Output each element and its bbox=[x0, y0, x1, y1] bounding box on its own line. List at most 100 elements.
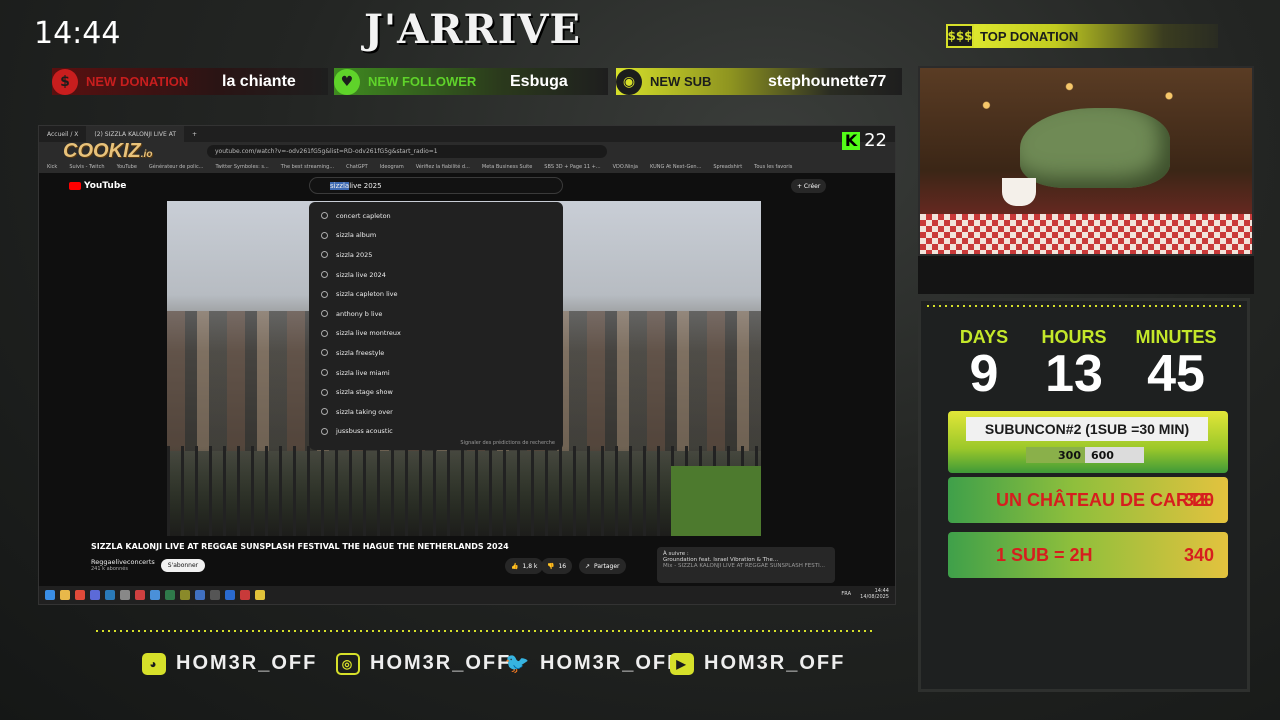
taskbar-clock[interactable]: 14:44 14/08/2025 bbox=[860, 588, 889, 600]
search-icon bbox=[321, 212, 328, 220]
windows-start-icon[interactable] bbox=[45, 590, 55, 600]
subscribe-button[interactable]: S'abonner bbox=[160, 558, 206, 572]
brave-icon[interactable] bbox=[75, 590, 85, 600]
obs-icon[interactable] bbox=[135, 590, 145, 600]
bookmark[interactable]: Générateur de polic... bbox=[149, 164, 204, 170]
like-count: 1,8 k bbox=[522, 562, 538, 570]
social-instagram: ◎ HOM3R_OFF bbox=[336, 652, 511, 675]
youtube-icon: ▶ bbox=[670, 652, 694, 675]
alert-value: la chiante bbox=[222, 72, 296, 90]
suggestion-item[interactable]: anthony b live bbox=[309, 304, 563, 324]
video-title: SIZZLA KALONJI LIVE AT REGGAE SUNSPLASH … bbox=[91, 542, 509, 551]
coffee-cup bbox=[1002, 178, 1036, 206]
address-bar: youtube.com/watch?v=-odv261fG5g&list=RD-… bbox=[39, 142, 895, 161]
social-handle: HOM3R_OFF bbox=[370, 652, 512, 674]
new-tab-icon[interactable]: + bbox=[184, 126, 205, 142]
suggestion-item[interactable]: sizzla live miami bbox=[309, 363, 563, 383]
bookmark[interactable]: Vérifiez la fiabilité d... bbox=[416, 164, 470, 170]
taskbar-lang[interactable]: FRA bbox=[841, 591, 851, 597]
suggestion-item[interactable]: sizzla live 2024 bbox=[309, 265, 563, 285]
top-donation-label: TOP DONATION bbox=[980, 28, 1079, 44]
search-icon bbox=[321, 231, 328, 239]
up-next-sub: Mix - SIZZLA KALONJI LIVE AT REGGAE SUNS… bbox=[663, 563, 825, 569]
subuncon-goal: SUBUNCON#2 (1SUB =30 MIN) 300 600 bbox=[948, 411, 1228, 473]
folder-icon[interactable] bbox=[60, 590, 70, 600]
subuncon-progress: 300 600 bbox=[1026, 447, 1144, 463]
up-next-card[interactable]: À suivre : Groundation feat. Israel Vibr… bbox=[657, 547, 835, 583]
bookmark[interactable]: VDO.Ninja bbox=[613, 164, 638, 170]
cookiz-logo: COOKIZ.io bbox=[63, 140, 152, 163]
bookmark[interactable]: Twitter Symboles: s... bbox=[215, 164, 268, 170]
suggestion-item[interactable]: concert capleton bbox=[309, 206, 563, 226]
like-button[interactable]: 👍 1,8 k bbox=[505, 558, 544, 574]
alert-value: stephounette77 bbox=[768, 72, 887, 90]
suggestion-item[interactable]: sizzla live montreux bbox=[309, 324, 563, 344]
bookmark[interactable]: Tous les favoris bbox=[754, 164, 792, 170]
create-button[interactable]: + Créer bbox=[791, 179, 827, 193]
channel-info[interactable]: Reggaeliveconcerts 241 k abonnés bbox=[91, 558, 155, 572]
search-icon bbox=[321, 388, 328, 396]
progress-target: 600 bbox=[1091, 448, 1114, 462]
app-icon[interactable] bbox=[120, 590, 130, 600]
suggestion-item[interactable]: sizzla album bbox=[309, 226, 563, 246]
screen-capture: Accueil / X (2) SIZZLA KALONJI LIVE AT +… bbox=[38, 125, 896, 605]
app-icon[interactable] bbox=[165, 590, 175, 600]
suggestion-item[interactable]: sizzla stage show bbox=[309, 382, 563, 402]
bookmark[interactable]: Meta Business Suite bbox=[482, 164, 532, 170]
goal-sub-2h: 1 SUB = 2H 340 bbox=[948, 532, 1228, 578]
subathon-panel: DAYS 9 HOURS 13 MINUTES 45 SUBUNCON#2 (1… bbox=[918, 298, 1250, 692]
app-icon[interactable] bbox=[150, 590, 160, 600]
url-field[interactable]: youtube.com/watch?v=-odv261fG5g&list=RD-… bbox=[207, 145, 607, 158]
channel-row: Reggaeliveconcerts 241 k abonnés S'abonn… bbox=[91, 558, 206, 572]
taskbar-date: 14/08/2025 bbox=[860, 594, 889, 600]
suggestion-item[interactable]: sizzla freestyle bbox=[309, 343, 563, 363]
app-icon[interactable] bbox=[180, 590, 190, 600]
crocodile-figure bbox=[1020, 108, 1170, 188]
bookmark[interactable]: Suivis - Twitch bbox=[69, 164, 104, 170]
suggestion-item[interactable]: sizzla taking over bbox=[309, 402, 563, 422]
user-icon: ◉ bbox=[616, 68, 642, 95]
search-icon bbox=[321, 310, 328, 318]
dislike-button[interactable]: 👎 16 bbox=[541, 558, 573, 574]
search-input[interactable]: sizzla live 2025 bbox=[309, 177, 563, 194]
bookmark[interactable]: Kick bbox=[47, 164, 57, 170]
channel-subs: 241 k abonnés bbox=[91, 566, 128, 572]
app-icon[interactable] bbox=[240, 590, 250, 600]
thumbs-up-icon: 👍 bbox=[511, 562, 519, 570]
app-icon[interactable] bbox=[210, 590, 220, 600]
alert-label: NEW SUB bbox=[650, 74, 712, 89]
social-handle: HOM3R_OFF bbox=[704, 652, 846, 674]
social-handle: HOM3R_OFF bbox=[176, 652, 318, 674]
bookmark[interactable]: SBS 3D + Page 11 +... bbox=[544, 164, 600, 170]
youtube-header: YouTube sizzla live 2025 + Créer bbox=[39, 173, 895, 199]
app-icon[interactable] bbox=[255, 590, 265, 600]
kick-icon: K bbox=[842, 131, 861, 150]
social-twitter: 🐦 HOM3R_OFF bbox=[505, 652, 681, 675]
bookmark[interactable]: YouTube bbox=[117, 164, 137, 170]
search-suggestions: concert capleton sizzla album sizzla 202… bbox=[309, 202, 563, 450]
dislike-count: 16 bbox=[558, 562, 567, 570]
kick-viewers: K 22 bbox=[842, 130, 887, 151]
bookmark[interactable]: Ideogram bbox=[380, 164, 404, 170]
bookmark[interactable]: ChatGPT bbox=[346, 164, 368, 170]
subuncon-title: SUBUNCON#2 (1SUB =30 MIN) bbox=[966, 417, 1208, 441]
share-button[interactable]: ↗ Partager bbox=[579, 558, 626, 574]
suggestion-item[interactable]: sizzla 2025 bbox=[309, 245, 563, 265]
youtube-logo[interactable]: YouTube bbox=[69, 181, 126, 191]
sub-alert: ◉ NEW SUB stephounette77 bbox=[616, 68, 902, 95]
instagram-icon: ◎ bbox=[336, 652, 360, 675]
app-icon[interactable] bbox=[195, 590, 205, 600]
vscode-icon[interactable] bbox=[225, 590, 235, 600]
bookmark[interactable]: The best streaming... bbox=[281, 164, 334, 170]
search-text: live 2025 bbox=[349, 181, 382, 190]
channel-name[interactable]: Reggaeliveconcerts bbox=[91, 558, 155, 566]
checkered-table bbox=[920, 214, 1252, 254]
suggestion-report-link[interactable]: Signaler des prédictions de recherche bbox=[460, 440, 555, 446]
suggestion-item[interactable]: jussbuss acoustic bbox=[309, 422, 563, 442]
suggestion-item[interactable]: sizzla capleton live bbox=[309, 284, 563, 304]
dotted-divider bbox=[96, 630, 876, 632]
bookmark[interactable]: Spreadshirt bbox=[713, 164, 742, 170]
bookmark[interactable]: KUNG At Next-Gen... bbox=[650, 164, 701, 170]
discord-taskbar-icon[interactable] bbox=[90, 590, 100, 600]
steam-icon[interactable] bbox=[105, 590, 115, 600]
